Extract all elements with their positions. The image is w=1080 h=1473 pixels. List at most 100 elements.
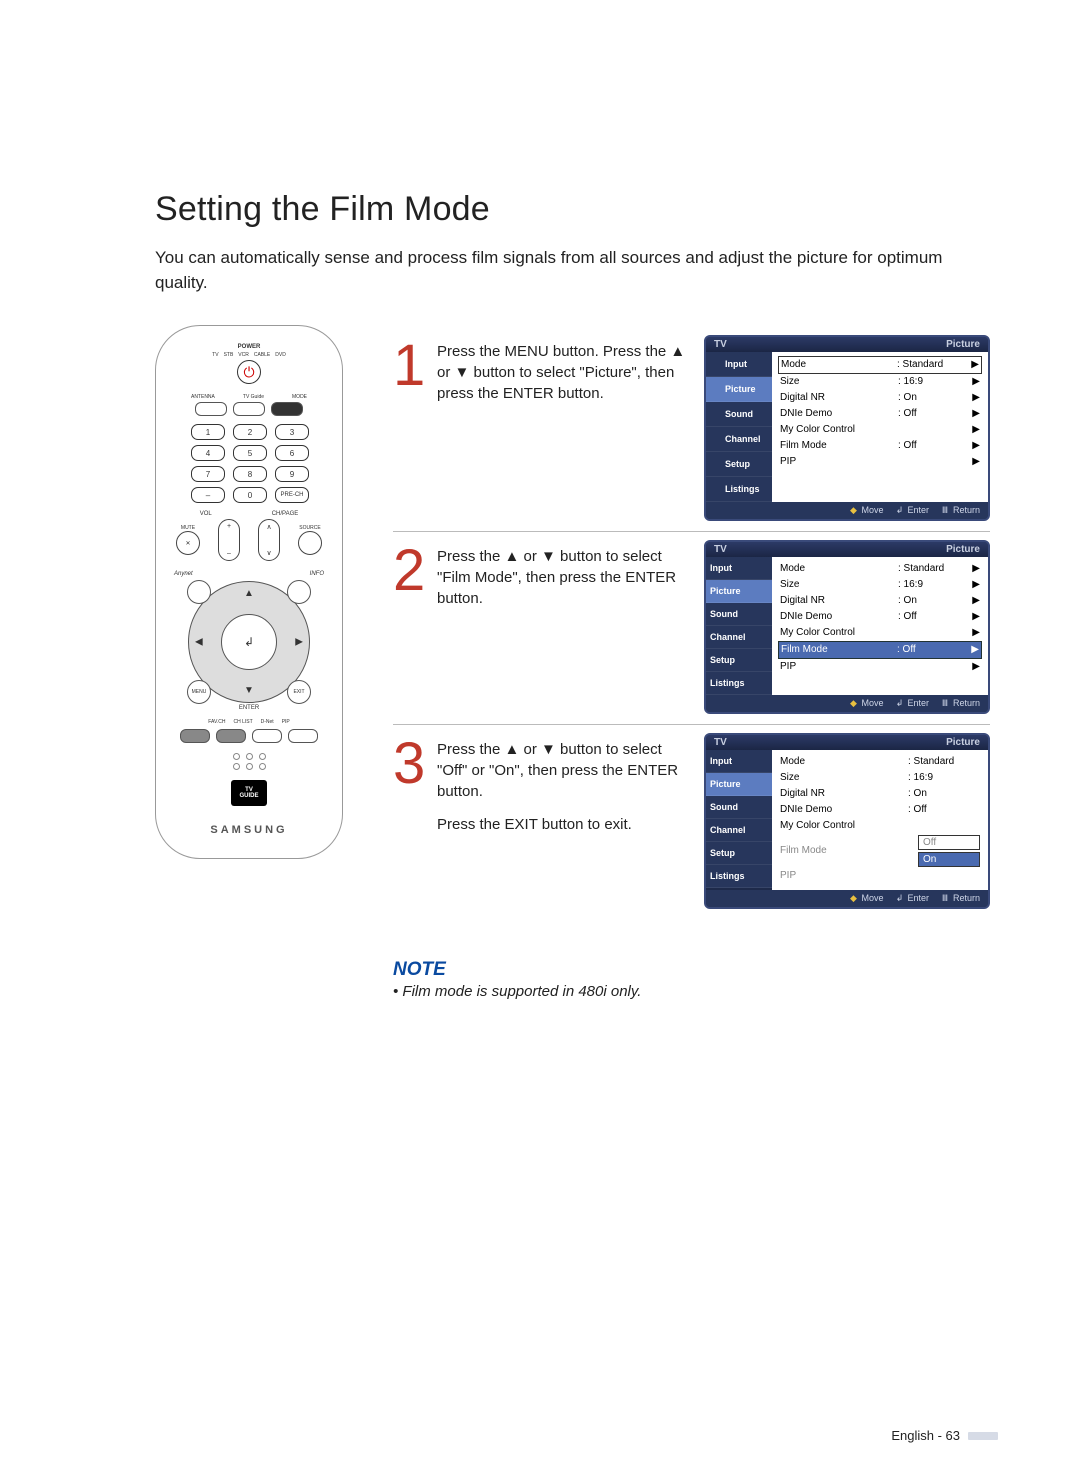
diag-tl bbox=[187, 580, 211, 604]
osd-row-size: Size: 16:9▶ bbox=[778, 374, 982, 390]
page-title: Setting the Film Mode bbox=[155, 190, 990, 229]
osd-row-film: Film Mode: Off▶ bbox=[778, 641, 982, 659]
extra-buttons bbox=[166, 753, 332, 770]
num-9: 9 bbox=[275, 466, 309, 482]
num-6: 6 bbox=[275, 445, 309, 461]
chlist-label: CH LIST bbox=[233, 719, 252, 725]
num-8: 8 bbox=[233, 466, 267, 482]
osd-tab-channel: Channel bbox=[706, 626, 772, 649]
ch-rocker: ∧∨ bbox=[258, 519, 280, 561]
osd-foot-move: ◆Move bbox=[847, 505, 883, 516]
mode-label: MODE bbox=[292, 394, 307, 400]
osd-tab-sound: Sound bbox=[706, 402, 772, 427]
osd-row-dnr: Digital NR: On▶ bbox=[778, 593, 982, 609]
osd-step1: TVPicture Input Picture Sound Channel Se… bbox=[704, 335, 990, 521]
film-option-off: Off bbox=[918, 835, 980, 850]
osd-row-film: Film Mode Off On bbox=[778, 834, 982, 868]
osd-row-mode: Mode: Standard▶ bbox=[778, 356, 982, 374]
osd-row-film: Film Mode: Off▶ bbox=[778, 438, 982, 454]
osd-step2: TVPicture Input Picture Sound Channel Se… bbox=[704, 540, 990, 714]
tvguide-label: TV Guide bbox=[243, 394, 264, 400]
mode-button bbox=[271, 402, 303, 416]
tv-guide-logo: TV GUIDE bbox=[231, 780, 267, 806]
power-label: POWER bbox=[166, 344, 332, 350]
dev-vcr: VCR bbox=[238, 352, 249, 358]
arrow-up-icon: ▲ bbox=[244, 588, 254, 599]
pip-button bbox=[288, 729, 318, 743]
note-text: • Film mode is supported in 480i only. bbox=[393, 983, 990, 1000]
osd-tab-picture: Picture bbox=[706, 580, 772, 603]
arrow-left-icon: ◀ bbox=[195, 637, 203, 648]
osd-foot-enter: ↲Enter bbox=[893, 505, 929, 516]
osd-row-pip: PIP bbox=[778, 868, 982, 884]
step-3-text-b: Press the EXIT button to exit. bbox=[437, 814, 688, 835]
remote-control-illustration: POWER TV STB VCR CABLE DVD ⏻ ANTENNA TV … bbox=[155, 325, 343, 859]
intro-text: You can automatically sense and process … bbox=[155, 246, 990, 295]
step-3-text-a: Press the ▲ or ▼ button to select "Off" … bbox=[437, 739, 688, 802]
osd-tab-setup: Setup bbox=[706, 649, 772, 672]
dev-stb: STB bbox=[224, 352, 234, 358]
osd-tab-input: Input bbox=[706, 352, 772, 377]
osd-tv-label: TV bbox=[714, 737, 727, 748]
footer-bar-icon bbox=[968, 1432, 998, 1440]
exit-button: EXIT bbox=[287, 680, 311, 704]
dash-button: – bbox=[191, 487, 225, 503]
anynet-label: Anynet bbox=[174, 571, 193, 577]
osd-foot-enter: ↲Enter bbox=[893, 698, 929, 709]
mute-button: ✕ bbox=[176, 531, 200, 555]
osd-tab-sound: Sound bbox=[706, 603, 772, 626]
note-block: NOTE • Film mode is supported in 480i on… bbox=[393, 959, 990, 1000]
antenna-button bbox=[195, 402, 227, 416]
osd-foot-move: ◆Move bbox=[847, 893, 883, 904]
chlist-button bbox=[216, 729, 246, 743]
osd-tab-listings: Listings bbox=[706, 672, 772, 695]
osd-row-pip: PIP▶ bbox=[778, 454, 982, 470]
osd-row-mode: Mode: Standard bbox=[778, 754, 982, 770]
num-7: 7 bbox=[191, 466, 225, 482]
osd-tab-listings: Listings bbox=[706, 865, 772, 888]
dev-cable: CABLE bbox=[254, 352, 270, 358]
vol-label: VOL bbox=[200, 511, 212, 517]
osd-tab-input: Input bbox=[706, 750, 772, 773]
osd-tab-picture: Picture bbox=[706, 773, 772, 796]
num-2: 2 bbox=[233, 424, 267, 440]
osd-tab-listings: Listings bbox=[706, 477, 772, 502]
osd-tab-sound: Sound bbox=[706, 796, 772, 819]
osd-tv-label: TV bbox=[714, 544, 727, 555]
osd-tv-label: TV bbox=[714, 339, 727, 350]
pip-label: PIP bbox=[282, 719, 290, 725]
step-3: 3 Press the ▲ or ▼ button to select "Off… bbox=[393, 724, 990, 919]
power-button-icon: ⏻ bbox=[237, 360, 261, 384]
step-1-text: Press the MENU button. Press the ▲ or ▼ … bbox=[437, 335, 688, 404]
osd-row-dnie: DNIe Demo: Off bbox=[778, 802, 982, 818]
osd-row-size: Size: 16:9 bbox=[778, 770, 982, 786]
prech-button: PRE-CH bbox=[275, 487, 309, 503]
osd-foot-return: ⅢReturn bbox=[939, 893, 980, 904]
osd-foot-move: ◆Move bbox=[847, 698, 883, 709]
info-label: INFO bbox=[310, 571, 324, 577]
osd-section-label: Picture bbox=[946, 737, 980, 748]
osd-row-mcc: My Color Control▶ bbox=[778, 422, 982, 438]
arrow-right-icon: ▶ bbox=[295, 637, 303, 648]
tvguide-button bbox=[233, 402, 265, 416]
osd-tab-input: Input bbox=[706, 557, 772, 580]
dnet-label: D-Net bbox=[261, 719, 274, 725]
osd-row-dnie: DNIe Demo: Off▶ bbox=[778, 406, 982, 422]
osd-row-mode: Mode: Standard▶ bbox=[778, 561, 982, 577]
page-footer: English - 63 bbox=[891, 1428, 998, 1443]
osd-tab-channel: Channel bbox=[706, 819, 772, 842]
menu-button: MENU bbox=[187, 680, 211, 704]
arrow-down-icon: ▼ bbox=[244, 685, 254, 696]
osd-row-size: Size: 16:9▶ bbox=[778, 577, 982, 593]
nav-ring: MENU EXIT ▲ ▼ ◀ ▶ ↲ bbox=[188, 581, 310, 703]
osd-tab-picture: Picture bbox=[706, 377, 772, 402]
antenna-label: ANTENNA bbox=[191, 394, 215, 400]
osd-row-dnr: Digital NR: On bbox=[778, 786, 982, 802]
osd-foot-enter: ↲Enter bbox=[893, 893, 929, 904]
step-2-number: 2 bbox=[393, 546, 427, 595]
osd-tab-setup: Setup bbox=[706, 842, 772, 865]
step-2-text: Press the ▲ or ▼ button to select "Film … bbox=[437, 540, 688, 609]
step-2: 2 Press the ▲ or ▼ button to select "Fil… bbox=[393, 531, 990, 724]
dev-dvd: DVD bbox=[275, 352, 286, 358]
vol-rocker: +– bbox=[218, 519, 240, 561]
